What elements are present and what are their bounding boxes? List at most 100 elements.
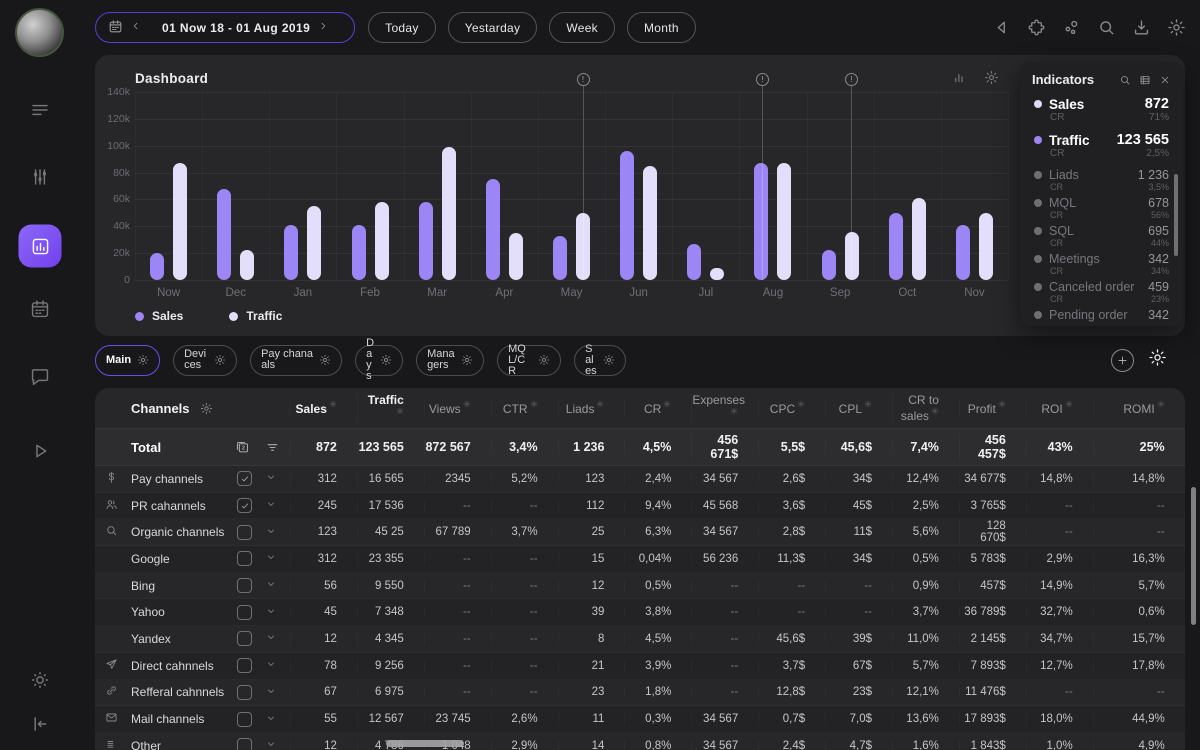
search-icon[interactable] (1097, 18, 1116, 37)
gear-icon[interactable] (1065, 401, 1073, 410)
search-icon[interactable] (1119, 74, 1131, 86)
chevron-down-icon[interactable] (265, 712, 277, 727)
sidebar-item-chart[interactable] (19, 225, 62, 268)
gear-icon[interactable] (396, 408, 404, 417)
back-icon[interactable] (992, 18, 1011, 37)
gear-icon[interactable] (329, 401, 337, 410)
puzzle-icon[interactable] (1027, 18, 1046, 37)
row-label[interactable]: PR cahannels (131, 499, 237, 513)
legend-item-sales[interactable]: Sales (135, 309, 183, 323)
filter-chip-devices[interactable]: Devices (173, 345, 237, 376)
filter-chip-days[interactable]: Days (355, 345, 403, 376)
indicator-canceled-order[interactable]: Canceled order459CR23% (1020, 278, 1183, 306)
chevron-down-icon[interactable] (265, 525, 277, 540)
horizontal-scrollbar[interactable] (386, 740, 464, 747)
column-header-roi[interactable]: ROI (1026, 400, 1093, 416)
chart-annotation-may[interactable]: ! (583, 81, 584, 280)
vertical-scrollbar[interactable] (1191, 487, 1196, 625)
row-checkbox[interactable] (237, 551, 252, 566)
row-label[interactable]: Pay channels (131, 472, 237, 486)
row-label[interactable]: Organic channels (131, 525, 237, 539)
row-label[interactable]: Google (131, 552, 237, 566)
chevron-down-icon[interactable] (265, 658, 277, 673)
column-header-cpc[interactable]: CPC (758, 400, 825, 416)
sidebar-item-chat[interactable] (30, 366, 51, 393)
row-label[interactable]: Direct cahnnels (131, 659, 237, 673)
chevright-icon[interactable] (317, 20, 329, 32)
avatar[interactable] (15, 8, 64, 57)
gear-icon[interactable] (797, 401, 805, 410)
column-header-cpl[interactable]: CPL (825, 400, 892, 416)
copy2-icon[interactable]: 2 (235, 440, 250, 455)
sidebar-item-collapse[interactable] (30, 714, 51, 741)
gear-icon[interactable] (538, 354, 550, 366)
gear-icon[interactable] (1148, 348, 1167, 367)
row-checkbox[interactable] (237, 605, 252, 620)
indicator-sales[interactable]: Sales872CR71% (1020, 94, 1183, 125)
chevron-down-icon[interactable] (265, 498, 277, 513)
row-checkbox[interactable] (237, 498, 252, 513)
gear-icon[interactable] (864, 401, 872, 410)
row-checkbox[interactable] (237, 685, 252, 700)
gear-icon[interactable] (998, 401, 1006, 410)
row-checkbox[interactable] (237, 471, 252, 486)
row-checkbox[interactable] (237, 712, 252, 727)
gear-icon[interactable] (596, 401, 604, 410)
gear-icon[interactable] (730, 408, 738, 417)
range-button-week[interactable]: Week (549, 12, 615, 43)
row-label[interactable]: Bing (131, 579, 237, 593)
column-header-ctr[interactable]: CTR (491, 400, 558, 416)
range-button-yesterday[interactable]: Yestarday (448, 12, 538, 43)
sidebar-item-sliders[interactable] (30, 167, 51, 194)
indicator-liads[interactable]: Liads1 236CR3,5% (1020, 166, 1183, 194)
date-range-picker[interactable]: 01 Now 18 - 01 Aug 2019 (95, 12, 355, 43)
row-label[interactable]: Yahoo (131, 605, 237, 619)
chevron-down-icon[interactable] (265, 605, 277, 620)
chart-annotation-aug[interactable]: ! (762, 81, 763, 280)
column-header-cr-to-sales[interactable]: CR to sales (892, 393, 959, 423)
row-label[interactable]: Yandex (131, 632, 237, 646)
row-checkbox[interactable] (237, 658, 252, 673)
filter-chip-main[interactable]: Main (95, 345, 160, 376)
filter-icon[interactable] (265, 440, 280, 455)
close-icon[interactable] (1159, 74, 1171, 86)
column-header-cr[interactable]: CR (624, 400, 691, 416)
gear-icon[interactable] (931, 408, 939, 417)
filter-chip-managers[interactable]: Managers (416, 345, 484, 376)
chevron-down-icon[interactable] (265, 471, 277, 486)
gear-icon[interactable] (137, 354, 149, 366)
nodes-icon[interactable] (1062, 18, 1081, 37)
gear-icon[interactable] (663, 401, 671, 410)
indicator-pending-order[interactable]: Pending order342 (1020, 306, 1183, 324)
grid-icon[interactable] (1139, 74, 1151, 86)
sidebar-item-calendar[interactable] (30, 299, 51, 326)
row-checkbox[interactable] (237, 525, 252, 540)
indicator-mql[interactable]: MQL678CR56% (1020, 194, 1183, 222)
column-header-expenses[interactable]: Expenses (691, 393, 758, 423)
legend-item-traffic[interactable]: Traffic (229, 309, 282, 323)
indicators-scrollbar[interactable] (1174, 174, 1178, 256)
gear-icon[interactable] (603, 354, 615, 366)
gear-icon[interactable] (200, 402, 213, 415)
gear-icon[interactable] (319, 354, 331, 366)
gear-icon[interactable] (1157, 401, 1165, 410)
range-button-month[interactable]: Month (627, 12, 696, 43)
range-button-today[interactable]: Today (368, 12, 436, 43)
row-label[interactable]: Refferal cahnnels (131, 685, 237, 699)
gear-icon[interactable] (984, 70, 999, 85)
row-checkbox[interactable] (237, 631, 252, 646)
filter-chip-mql-cr[interactable]: MQL/CR (497, 345, 561, 376)
indicator-sql[interactable]: SQL695CR44% (1020, 222, 1183, 250)
chart-annotation-sep[interactable]: ! (851, 81, 852, 280)
indicator-meetings[interactable]: Meetings342CR34% (1020, 250, 1183, 278)
chevron-down-icon[interactable] (265, 551, 277, 566)
bars-icon[interactable] (952, 70, 967, 85)
chevron-down-icon[interactable] (265, 631, 277, 646)
row-checkbox[interactable] (237, 578, 252, 593)
download-icon[interactable] (1132, 18, 1151, 37)
sidebar-item-play[interactable] (30, 441, 51, 468)
chevron-down-icon[interactable] (265, 685, 277, 700)
gear-icon[interactable] (1167, 18, 1186, 37)
add-filter-button[interactable] (1111, 349, 1134, 372)
column-header-romi[interactable]: ROMI (1093, 400, 1185, 416)
